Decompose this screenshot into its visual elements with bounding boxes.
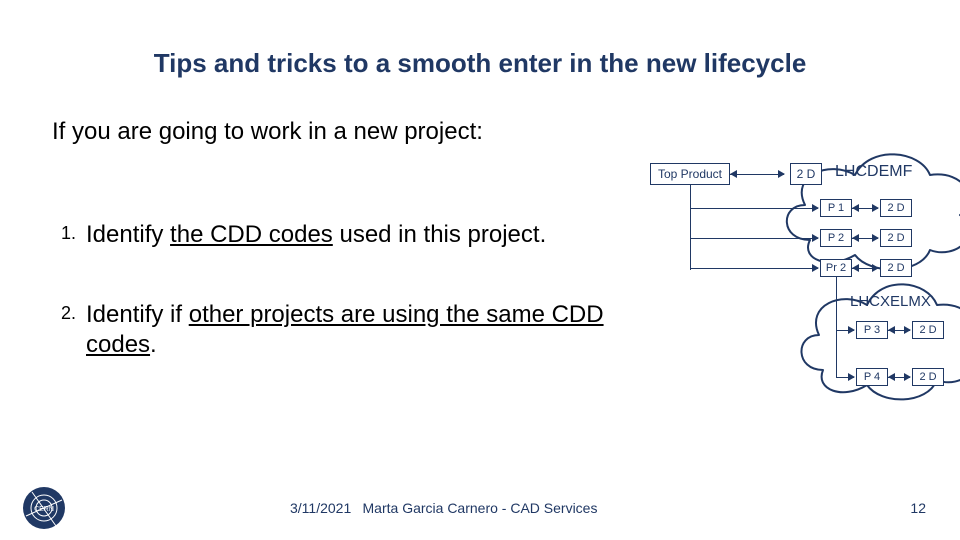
arrowhead-icon — [872, 204, 879, 212]
arrowhead-icon — [778, 170, 785, 178]
footer-author: Marta Garcia Carnero - CAD Services — [0, 500, 960, 516]
arrowhead-icon — [872, 234, 879, 242]
box-2d-p1: 2 D — [880, 199, 912, 217]
arrowhead-icon — [904, 326, 911, 334]
box-pr2: Pr 2 — [820, 259, 852, 277]
list-item: 2. Identify if other projects are using … — [54, 300, 614, 360]
box-2d-pr2: 2 D — [880, 259, 912, 277]
slide: Tips and tricks to a smooth enter in the… — [0, 0, 960, 540]
connector — [690, 208, 818, 209]
connector — [690, 185, 691, 270]
connector — [836, 277, 837, 377]
slide-title: Tips and tricks to a smooth enter in the… — [0, 48, 960, 79]
arrowhead-icon — [888, 326, 895, 334]
arrowhead-icon — [852, 234, 859, 242]
box-2d-p4: 2 D — [912, 368, 944, 386]
footer-page: 12 — [910, 500, 926, 516]
arrowhead-icon — [888, 373, 895, 381]
text-post: used in this project. — [333, 221, 546, 248]
list-item: 1. Identify the CDD codes used in this p… — [54, 220, 614, 250]
connector — [730, 174, 784, 175]
box-2d-top: 2 D — [790, 163, 822, 185]
label-lhcxelmx: LHCXELMX — [850, 293, 931, 310]
arrowhead-icon — [852, 264, 859, 272]
box-p2: P 2 — [820, 229, 852, 247]
box-p3: P 3 — [856, 321, 888, 339]
box-top-product: Top Product — [650, 163, 730, 185]
arrowhead-icon — [812, 234, 819, 242]
box-p4: P 4 — [856, 368, 888, 386]
list-text: Identify the CDD codes used in this proj… — [86, 220, 546, 250]
list-number: 1. — [54, 220, 76, 244]
diagram: Top Product 2 D LHCDEMF P 1 2 D P 2 2 D … — [640, 155, 950, 435]
label-lhcdemf: LHCDEMF — [835, 163, 912, 181]
arrowhead-icon — [730, 170, 737, 178]
step-list: 1. Identify the CDD codes used in this p… — [54, 220, 614, 410]
text-post: . — [150, 331, 157, 358]
box-p1: P 1 — [820, 199, 852, 217]
arrowhead-icon — [812, 204, 819, 212]
intro-text: If you are going to work in a new projec… — [52, 118, 483, 146]
box-2d-p2: 2 D — [880, 229, 912, 247]
text-pre: Identify if — [86, 301, 189, 328]
text-pre: Identify — [86, 221, 170, 248]
arrowhead-icon — [848, 326, 855, 334]
arrowhead-icon — [812, 264, 819, 272]
arrowhead-icon — [904, 373, 911, 381]
connector — [690, 238, 818, 239]
text-underline: the CDD codes — [170, 221, 333, 248]
list-text: Identify if other projects are using the… — [86, 300, 614, 360]
list-number: 2. — [54, 300, 76, 324]
arrowhead-icon — [848, 373, 855, 381]
connector — [690, 268, 818, 269]
arrowhead-icon — [872, 264, 879, 272]
arrowhead-icon — [852, 204, 859, 212]
box-2d-p3: 2 D — [912, 321, 944, 339]
